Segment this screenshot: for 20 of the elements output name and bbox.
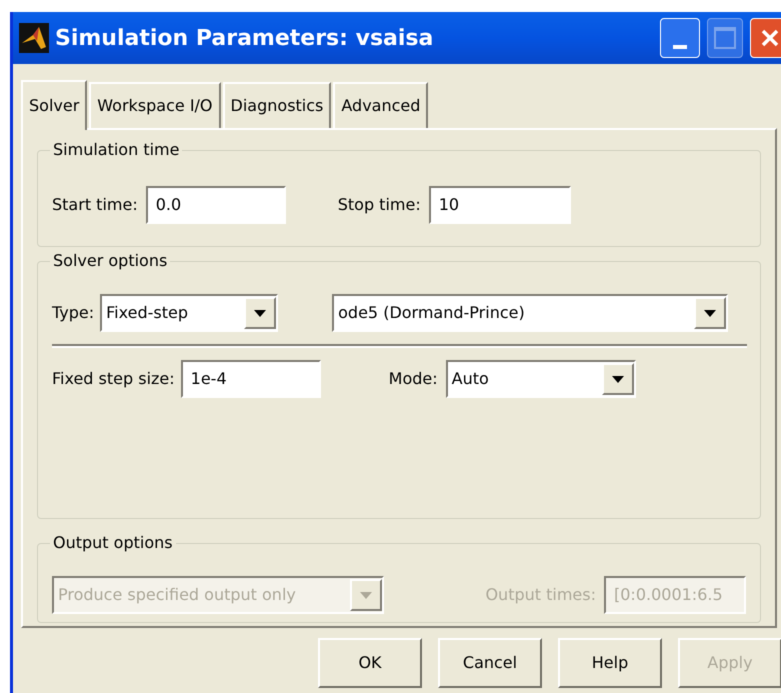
input-field[interactable]: 1e-4 <box>180 360 321 398</box>
field-label: Output times: <box>485 584 596 606</box>
dialog-button[interactable]: Cancel <box>438 638 542 688</box>
dialog-button[interactable]: Help <box>558 638 662 688</box>
tab[interactable]: Workspace I/O <box>89 82 221 128</box>
tab[interactable]: Solver <box>21 80 88 130</box>
field-label: Type: <box>52 302 94 324</box>
field-label: Stop time: <box>338 194 421 216</box>
field-label: Start time: <box>52 194 138 216</box>
dialog-button[interactable]: OK <box>318 638 422 688</box>
input-field[interactable]: 10 <box>428 186 571 224</box>
input-field[interactable]: 0.0 <box>146 186 286 224</box>
dropdown[interactable]: Fixed-step <box>100 294 278 332</box>
tab[interactable]: Diagnostics <box>222 82 332 128</box>
field-label: Mode: <box>388 368 438 390</box>
window-title: Simulation Parameters: vsaisa <box>55 24 434 52</box>
dropdown[interactable]: ode5 (Dormand-Prince) <box>332 294 728 332</box>
dropdown[interactable]: Auto <box>446 360 636 398</box>
field-label: Fixed step size: <box>52 368 175 390</box>
tab[interactable]: Advanced <box>333 82 428 128</box>
